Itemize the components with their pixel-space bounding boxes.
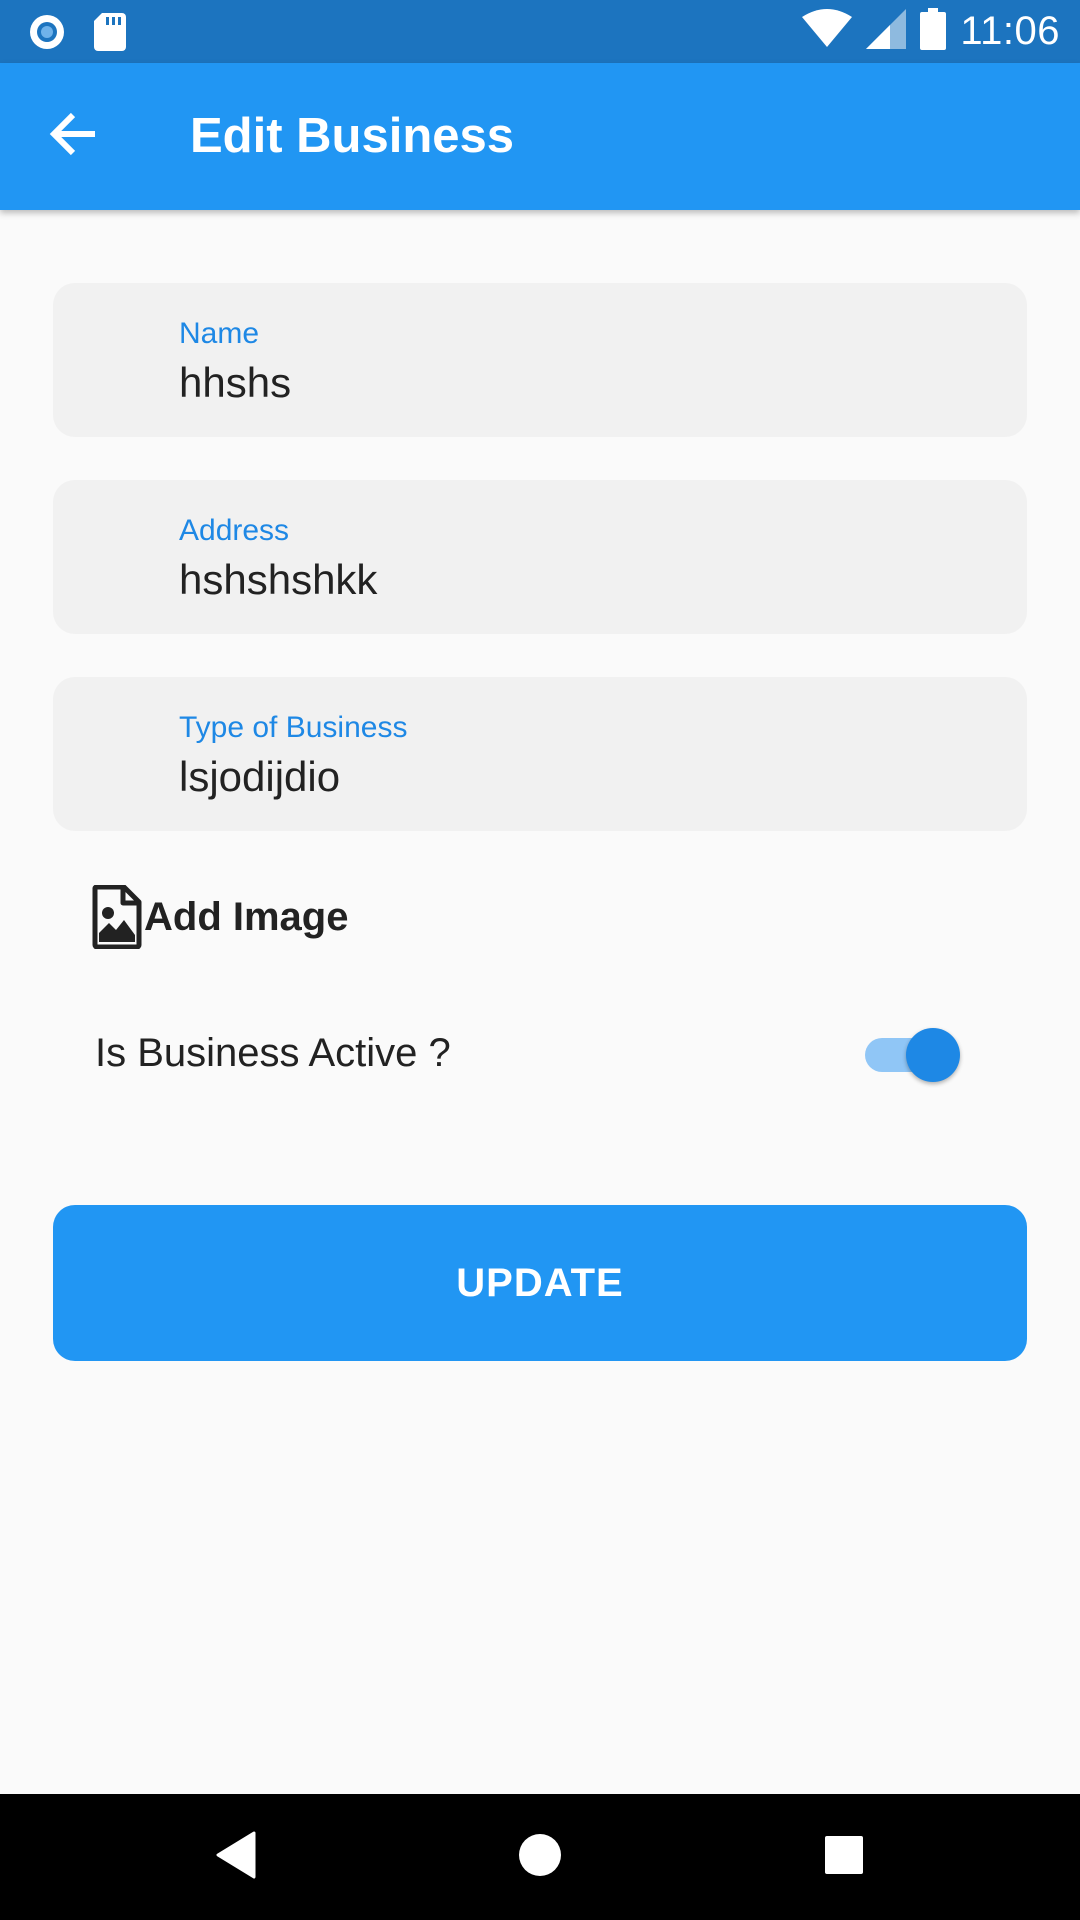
update-button[interactable]: UPDATE xyxy=(53,1205,1027,1361)
business-active-switch[interactable] xyxy=(865,1025,961,1082)
nav-home-button[interactable] xyxy=(510,1827,570,1887)
business-type-field-value[interactable]: lsjodijdio xyxy=(179,753,340,801)
status-left-icons xyxy=(28,13,126,56)
wifi-icon xyxy=(802,9,853,54)
business-type-field-label: Type of Business xyxy=(179,711,408,744)
business-type-field[interactable]: Type of Business lsjodijdio xyxy=(53,677,1027,831)
status-right-icons: 11:06 xyxy=(802,8,1060,55)
name-field-value[interactable]: hhshs xyxy=(179,359,291,407)
nav-recents-button[interactable] xyxy=(814,1827,874,1887)
arrow-back-icon xyxy=(49,112,97,161)
status-time: 11:06 xyxy=(960,9,1060,53)
name-field[interactable]: Name hhshs xyxy=(53,283,1027,437)
business-active-row: Is Business Active ? xyxy=(95,1022,965,1084)
add-image-label: Add Image xyxy=(144,895,349,939)
add-image-button[interactable]: Add Image xyxy=(92,882,348,952)
address-field-value[interactable]: hshshshkk xyxy=(179,556,377,604)
address-field-label: Address xyxy=(179,514,290,547)
nav-back-button[interactable] xyxy=(206,1827,266,1887)
status-bar: 11:06 xyxy=(0,0,1080,63)
home-circle-icon xyxy=(518,1833,562,1882)
app-bar: Edit Business xyxy=(0,63,1080,210)
back-button[interactable] xyxy=(40,103,106,169)
cell-signal-icon xyxy=(866,9,907,54)
switch-thumb xyxy=(906,1028,960,1082)
name-field-label: Name xyxy=(179,317,260,350)
address-field[interactable]: Address hshshshkk xyxy=(53,480,1027,634)
image-file-icon xyxy=(92,885,142,949)
system-nav-bar xyxy=(0,1794,1080,1920)
circle-notification-icon xyxy=(28,13,66,56)
page-title: Edit Business xyxy=(190,109,515,163)
sd-card-icon xyxy=(94,13,126,56)
back-triangle-icon xyxy=(214,1831,258,1884)
battery-icon xyxy=(920,8,947,55)
business-active-label: Is Business Active ? xyxy=(95,1031,451,1075)
recents-square-icon xyxy=(824,1835,864,1880)
